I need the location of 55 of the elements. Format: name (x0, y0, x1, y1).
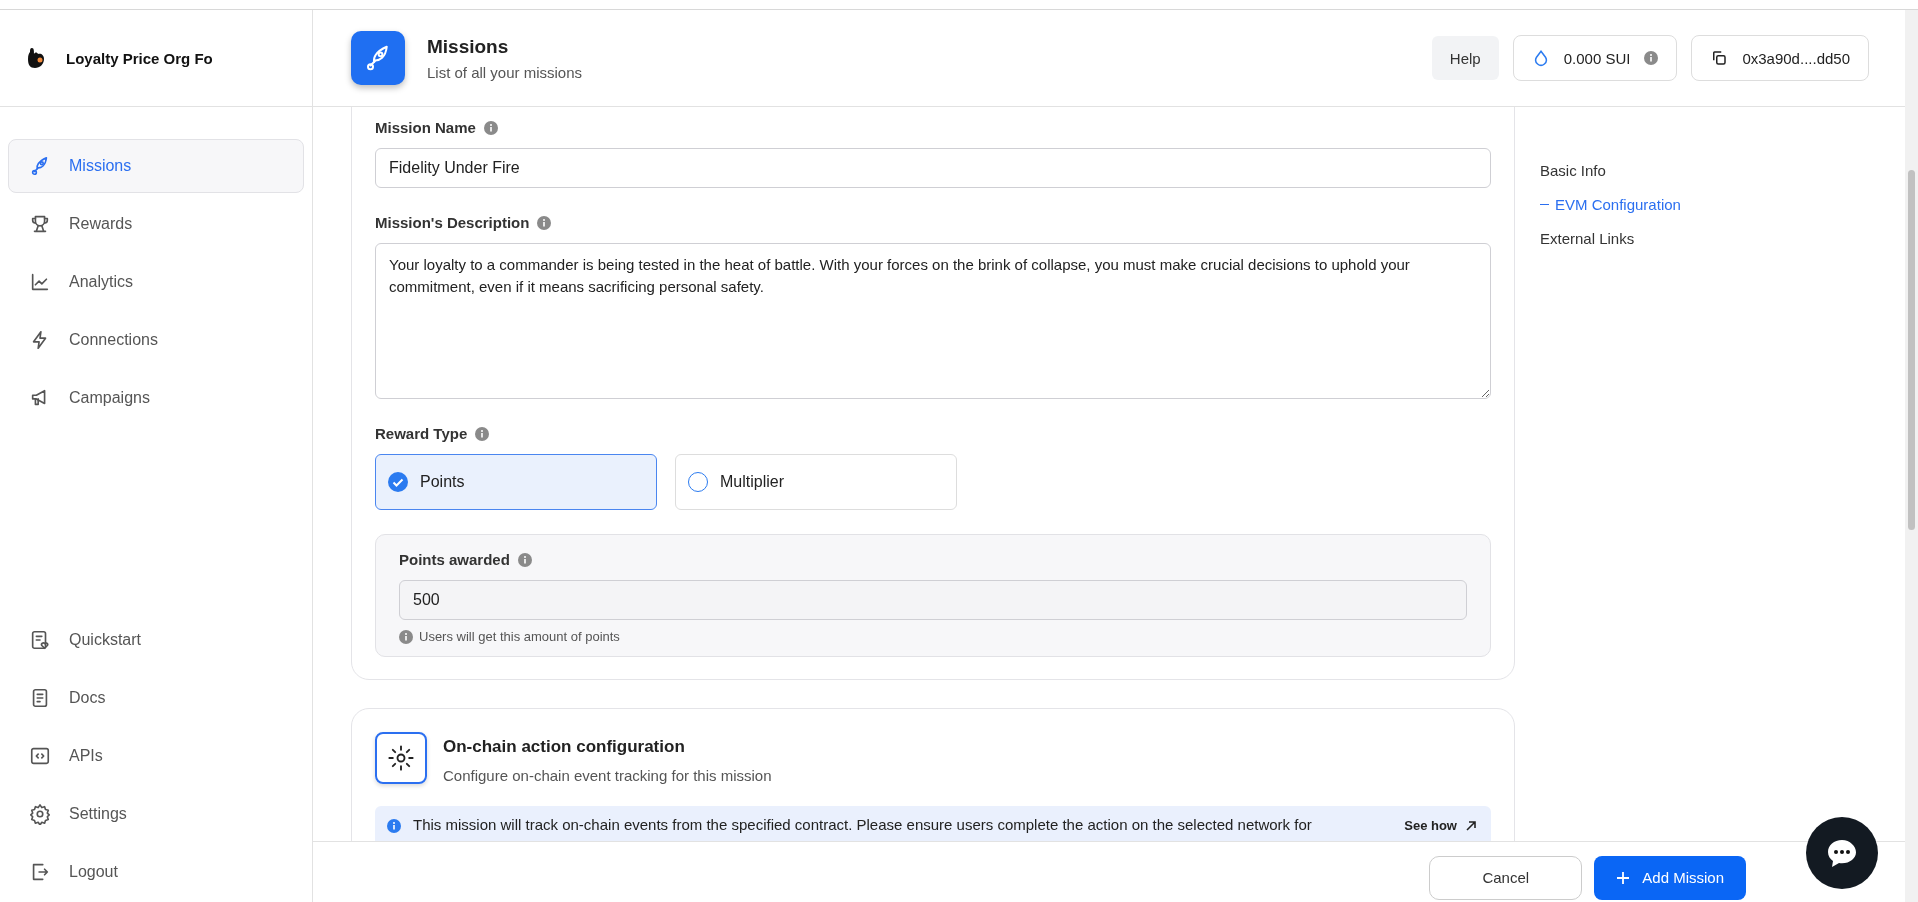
page-title: Missions (427, 35, 510, 58)
scrollbar[interactable] (1905, 10, 1918, 902)
info-icon (1644, 51, 1659, 65)
section-title: On-chain action configuration (443, 737, 686, 757)
sidebar-item[interactable]: Analytics (8, 255, 304, 309)
checked-radio-icon (388, 472, 408, 492)
active-dash (1540, 204, 1549, 205)
field-label: Reward Type (375, 425, 468, 442)
field-label: Points awarded (399, 551, 510, 568)
trophy-icon (29, 213, 51, 235)
sidebar-item[interactable]: Missions (8, 139, 304, 193)
sidebar-item[interactable]: Connections (8, 313, 304, 367)
page-subtitle: List of all your missions (427, 63, 584, 81)
info-icon (387, 819, 401, 833)
help-button[interactable]: Help (1431, 36, 1499, 80)
sidebar-item[interactable]: Rewards (8, 197, 304, 251)
code-icon (29, 745, 51, 767)
points-field[interactable]: 500 (399, 580, 1467, 620)
sidebar-item[interactable]: Logout (8, 845, 304, 899)
info-icon (483, 120, 498, 135)
wallet-address-button[interactable]: 0x3a90d....dd50 (1691, 35, 1869, 81)
info-icon (475, 426, 490, 441)
settings-icon (29, 803, 51, 825)
info-icon (399, 629, 413, 644)
sidebar-item[interactable]: Settings (8, 787, 304, 841)
plus-icon (1616, 870, 1631, 885)
mission-name-field[interactable]: Fidelity Under Fire (375, 148, 1491, 188)
reward-type-option[interactable]: Points (375, 454, 657, 510)
sidebar-item[interactable]: Quickstart (8, 613, 304, 667)
sidebar-item[interactable]: APIs (8, 729, 304, 783)
toc-link[interactable]: Basic Info (1540, 162, 1681, 179)
info-icon (537, 215, 552, 230)
scrollbar-thumb[interactable] (1908, 170, 1915, 530)
line-chart-icon (29, 271, 51, 293)
notice-text: This mission will track on-chain events from the specified contract. Please ensure users complete the action on the selected network for (413, 816, 1313, 833)
balance-button[interactable]: 0.000 SUI (1512, 35, 1678, 81)
sun-icon (375, 732, 427, 784)
org-name: Loyalty Price Org Fo (66, 49, 213, 67)
section-subtitle: Configure on-chain event tracking for this mission (443, 767, 772, 784)
cancel-button[interactable]: Cancel (1429, 855, 1583, 900)
field-label: Mission Name (375, 119, 476, 136)
toc-link[interactable]: External Links (1540, 230, 1681, 247)
sidebar-item[interactable]: Campaigns (8, 371, 304, 425)
copy-icon (1710, 49, 1729, 67)
field-label: Mission's Description (375, 214, 530, 231)
hint-text: Users will get this amount of points (419, 629, 620, 644)
see-how-link[interactable]: See how (1404, 818, 1477, 833)
document-heart-icon (29, 629, 51, 651)
arrow-icon (1465, 819, 1477, 832)
description-field[interactable]: Your loyalty to a commander is being tested in the heat of battle. With your forces on the brink of collapse, you must make crucial decisions to uphold your commitment, even if it means sacrificing personal safety. (375, 243, 1491, 399)
reward-type-option[interactable]: Multiplier (675, 454, 957, 510)
info-icon (517, 552, 532, 567)
sidebar-item[interactable]: Docs (8, 671, 304, 725)
toc-link[interactable]: EVM Configuration (1540, 196, 1681, 213)
add-mission-button[interactable]: Add Mission (1594, 855, 1746, 900)
